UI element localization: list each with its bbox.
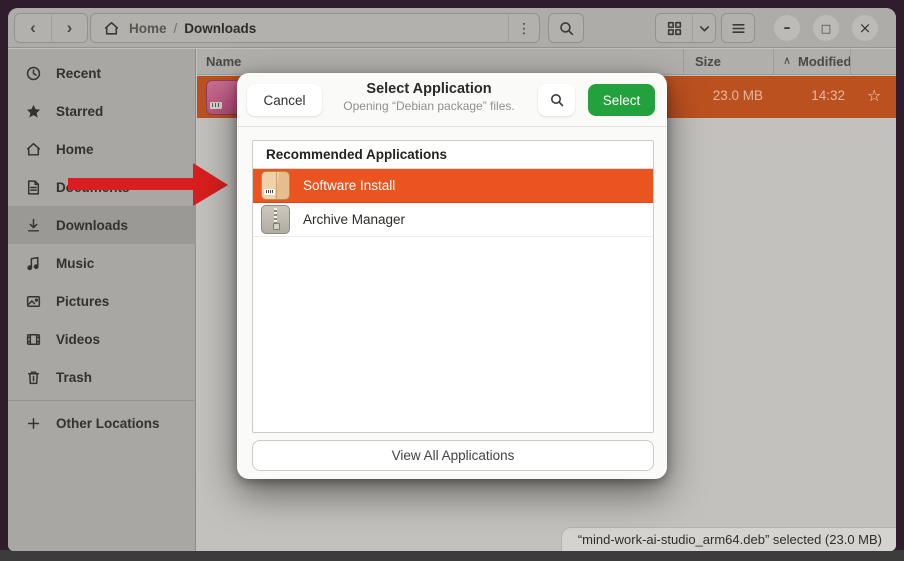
- dialog-title-box: Select Application Opening “Debian packa…: [327, 81, 531, 113]
- dialog-header: Cancel Select Application Opening “Debia…: [237, 73, 667, 127]
- plus-icon: [25, 415, 42, 432]
- search-button[interactable]: [548, 13, 584, 43]
- app-row-archive-manager[interactable]: Archive Manager: [253, 203, 653, 237]
- dialog-title: Select Application: [327, 81, 531, 97]
- dialog-search-button[interactable]: [538, 84, 575, 116]
- select-button[interactable]: Select: [588, 84, 655, 116]
- maximize-button[interactable]: □: [813, 15, 839, 41]
- view-all-label: View All Applications: [392, 448, 515, 463]
- sidebar-item-label: Documents: [56, 180, 130, 195]
- minimize-button[interactable]: –: [774, 15, 800, 41]
- sidebar-item-videos[interactable]: Videos: [8, 320, 196, 358]
- app-name: Software Install: [303, 178, 395, 193]
- maximize-icon: □: [821, 22, 831, 35]
- close-icon: ×: [859, 19, 872, 37]
- sidebar: Recent Starred Home Documents Downloads …: [8, 49, 196, 551]
- nav-button-group: ‹ ›: [14, 13, 88, 43]
- kebab-icon: ⋮: [517, 20, 531, 37]
- main-menu-button[interactable]: [721, 13, 755, 43]
- image-icon: [25, 293, 42, 310]
- file-modified-cell: 14:32: [773, 88, 845, 103]
- sidebar-item-pictures[interactable]: Pictures: [8, 282, 196, 320]
- sidebar-item-label: Home: [56, 142, 94, 157]
- sidebar-item-label: Music: [56, 256, 94, 271]
- dialog-subtitle: Opening “Debian package” files.: [327, 99, 531, 113]
- breadcrumb-home[interactable]: Home: [129, 21, 167, 36]
- close-button[interactable]: ×: [852, 15, 878, 41]
- home-icon: [25, 141, 42, 158]
- sidebar-item-downloads[interactable]: Downloads: [8, 206, 196, 244]
- music-note-icon: [25, 255, 42, 272]
- section-title: Recommended Applications: [253, 141, 653, 169]
- sidebar-item-trash[interactable]: Trash: [8, 358, 196, 396]
- search-icon: [558, 20, 575, 37]
- application-list: Recommended Applications Software Instal…: [252, 140, 654, 433]
- clock-icon: [25, 65, 42, 82]
- grid-view-button[interactable]: [656, 14, 692, 42]
- sidebar-item-label: Videos: [56, 332, 100, 347]
- select-application-dialog: Cancel Select Application Opening “Debia…: [237, 73, 667, 479]
- sort-ascending-icon: ∧: [783, 54, 791, 67]
- path-menu-button[interactable]: ⋮: [508, 14, 539, 42]
- breadcrumb-current[interactable]: Downloads: [184, 21, 256, 36]
- back-button[interactable]: ‹: [15, 14, 51, 42]
- app-row-software-install[interactable]: Software Install: [253, 169, 653, 203]
- download-icon: [25, 217, 42, 234]
- sidebar-item-label: Starred: [56, 104, 103, 119]
- breadcrumb[interactable]: Home / Downloads ⋮: [90, 13, 540, 43]
- sidebar-item-label: Downloads: [56, 218, 128, 233]
- cancel-button[interactable]: Cancel: [247, 84, 322, 116]
- column-header-size[interactable]: Size: [695, 54, 721, 69]
- chevron-right-icon: ›: [67, 18, 73, 38]
- film-icon: [25, 331, 42, 348]
- sidebar-item-recent[interactable]: Recent: [8, 54, 196, 92]
- file-size-cell: 23.0 MB: [683, 88, 763, 103]
- document-icon: [25, 179, 42, 196]
- sidebar-item-other-locations[interactable]: Other Locations: [8, 404, 196, 442]
- sidebar-item-starred[interactable]: Starred: [8, 92, 196, 130]
- app-name: Archive Manager: [303, 212, 405, 227]
- column-header-name[interactable]: Name: [206, 54, 241, 69]
- sidebar-item-label: Pictures: [56, 294, 109, 309]
- search-icon: [549, 92, 565, 108]
- column-separator: [683, 49, 684, 75]
- grid-view-icon: [666, 20, 683, 37]
- view-options-button[interactable]: [692, 14, 715, 42]
- sidebar-item-music[interactable]: Music: [8, 244, 196, 282]
- software-package-icon: [261, 171, 290, 200]
- cancel-button-label: Cancel: [263, 93, 305, 108]
- sidebar-separator: [8, 400, 196, 401]
- view-all-applications-button[interactable]: View All Applications: [252, 440, 654, 471]
- chevron-down-icon: [696, 20, 713, 37]
- sidebar-item-documents[interactable]: Documents: [8, 168, 196, 206]
- column-separator: [850, 49, 851, 75]
- trash-icon: [25, 369, 42, 386]
- desktop-dock-strip: [0, 550, 904, 561]
- status-text: “mind-work-ai-studio_arm64.deb” selected…: [578, 532, 882, 547]
- column-header-modified[interactable]: Modified: [798, 54, 851, 69]
- column-separator: [773, 49, 774, 75]
- breadcrumb-separator: /: [174, 21, 178, 36]
- header-bar: ‹ › Home / Downloads ⋮: [8, 8, 896, 48]
- view-toggle-group: [655, 13, 716, 43]
- minimize-icon: –: [784, 20, 791, 36]
- star-icon: [25, 103, 42, 120]
- sidebar-item-label: Recent: [56, 66, 101, 81]
- home-icon: [103, 20, 120, 37]
- sidebar-item-label: Other Locations: [56, 416, 160, 431]
- sidebar-item-home[interactable]: Home: [8, 130, 196, 168]
- column-header-row: Name Size ∧ Modified: [197, 49, 896, 75]
- forward-button[interactable]: ›: [51, 14, 87, 42]
- chevron-left-icon: ‹: [30, 18, 36, 38]
- zip-archive-icon: [261, 205, 290, 234]
- sidebar-item-label: Trash: [56, 370, 92, 385]
- star-outline-icon[interactable]: ☆: [867, 86, 881, 105]
- select-button-label: Select: [603, 93, 641, 108]
- hamburger-icon: [730, 20, 747, 37]
- status-bar: “mind-work-ai-studio_arm64.deb” selected…: [561, 527, 896, 551]
